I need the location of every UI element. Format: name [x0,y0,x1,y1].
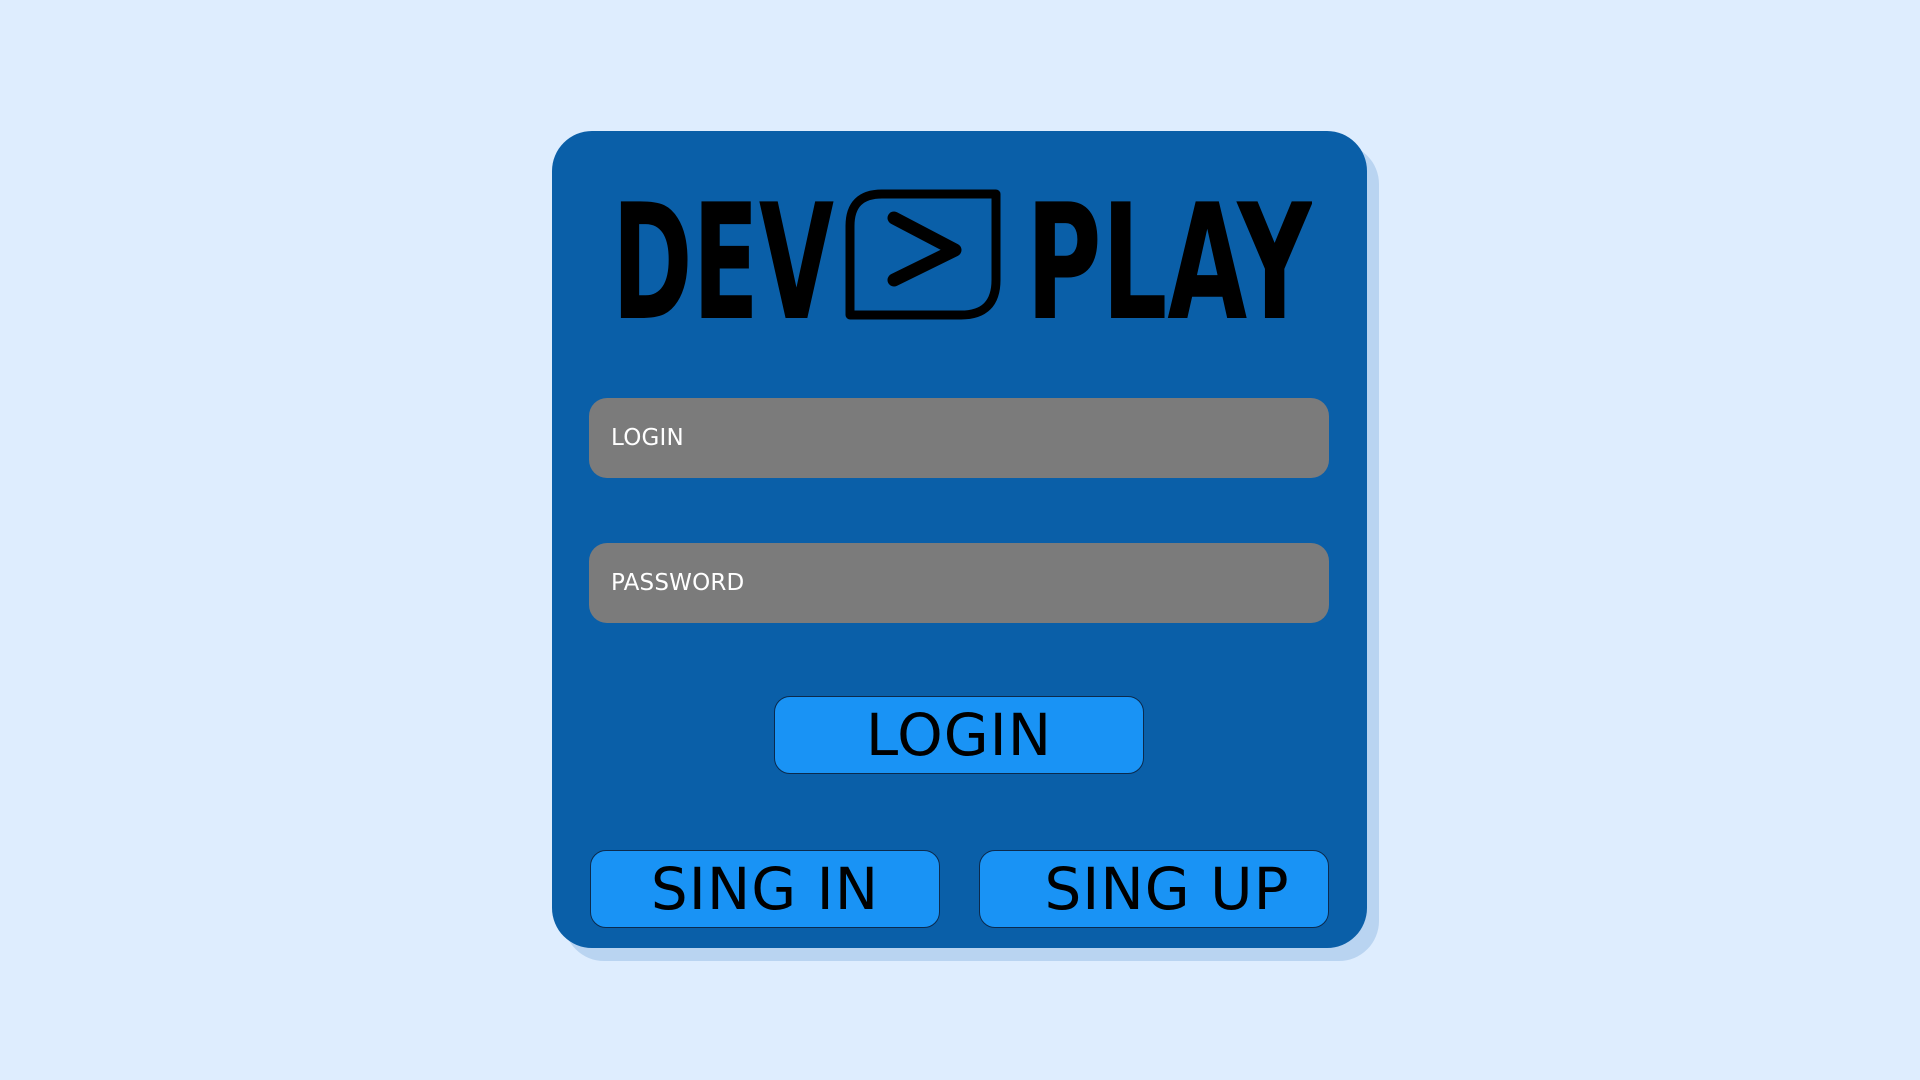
password-input[interactable]: PASSWORD [589,543,1329,623]
logo-text-right: PLAY [1026,188,1312,322]
login-button-label: LOGIN [865,701,1053,769]
login-button[interactable]: LOGIN [774,696,1144,774]
sign-up-button-label: SING UP [1044,855,1290,923]
sign-in-button[interactable]: SING IN [590,850,940,928]
logo-text-left: DEV [612,188,834,322]
login-input[interactable]: LOGIN [589,398,1329,478]
play-button-icon [845,189,1001,320]
password-placeholder: PASSWORD [611,570,745,596]
devplay-logo: DEV PLAY [612,188,1312,322]
login-placeholder: LOGIN [611,425,684,451]
sign-in-button-label: SING IN [650,855,880,923]
sign-up-button[interactable]: SING UP [979,850,1329,928]
